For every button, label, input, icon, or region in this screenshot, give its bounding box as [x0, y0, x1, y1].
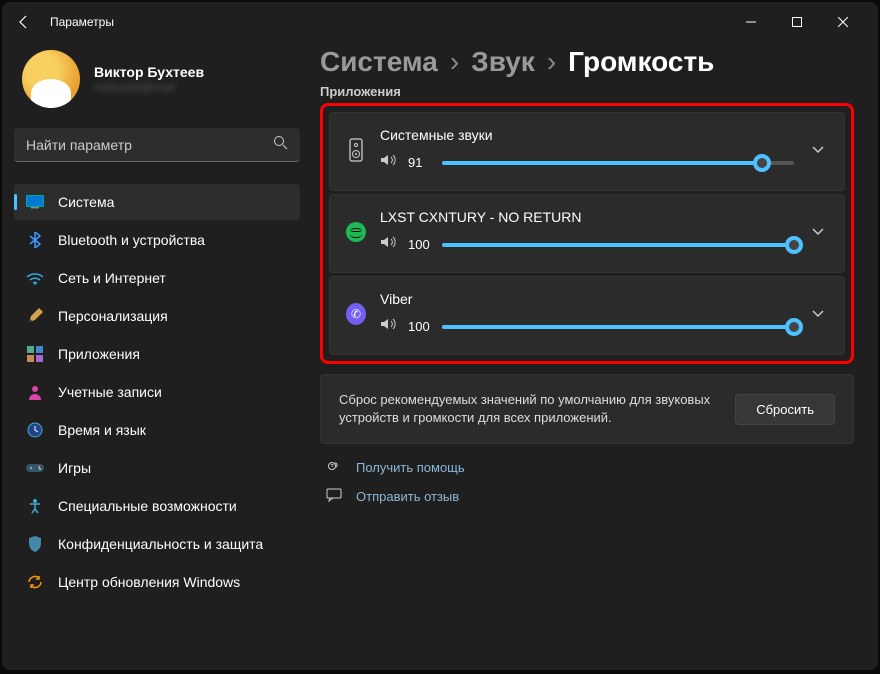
volume-value: 100: [408, 319, 432, 334]
nav-item-time[interactable]: Время и язык: [14, 412, 300, 448]
volume-slider[interactable]: [442, 325, 794, 329]
profile-name: Виктор Бухтеев: [94, 64, 204, 80]
app-volume-card: ✆ Viber 100: [329, 276, 845, 355]
profile[interactable]: Виктор Бухтеев redacted@mail: [14, 42, 300, 128]
nav-item-bluetooth[interactable]: Bluetooth и устройства: [14, 222, 300, 258]
feedback-link[interactable]: Отправить отзыв: [326, 487, 854, 506]
update-icon: [26, 573, 44, 591]
volume-value: 91: [408, 155, 432, 170]
chevron-down-icon[interactable]: [808, 219, 828, 245]
app-volume-card: Системные звуки 91: [329, 112, 845, 191]
gaming-icon: [26, 459, 44, 477]
accessibility-icon: [26, 497, 44, 515]
nav-item-accessibility[interactable]: Специальные возможности: [14, 488, 300, 524]
breadcrumb-volume: Громкость: [568, 46, 714, 78]
search-icon: [273, 135, 288, 155]
volume-slider[interactable]: [442, 243, 794, 247]
breadcrumb: Система › Звук › Громкость: [320, 46, 854, 78]
section-label: Приложения: [320, 84, 854, 99]
avatar: [22, 50, 80, 108]
main-content: Система › Звук › Громкость Приложения Си…: [312, 42, 878, 670]
chevron-right-icon: ›: [547, 46, 556, 78]
app-title: Viber: [380, 291, 794, 307]
nav-item-apps[interactable]: Приложения: [14, 336, 300, 372]
network-icon: [26, 269, 44, 287]
volume-icon: [380, 235, 398, 254]
privacy-icon: [26, 535, 44, 553]
titlebar: Параметры: [2, 2, 878, 42]
reset-card: Сброс рекомендуемых значений по умолчани…: [320, 374, 854, 444]
nav-label: Приложения: [58, 346, 140, 362]
volume-slider[interactable]: [442, 161, 794, 165]
nav-item-gaming[interactable]: Игры: [14, 450, 300, 486]
nav-label: Специальные возможности: [58, 498, 237, 514]
nav-item-update[interactable]: Центр обновления Windows: [14, 564, 300, 600]
sidebar: Виктор Бухтеев redacted@mail Система Blue…: [2, 42, 312, 670]
feedback-label: Отправить отзыв: [356, 489, 459, 504]
nav-label: Игры: [58, 460, 91, 476]
nav-item-privacy[interactable]: Конфиденциальность и защита: [14, 526, 300, 562]
nav-label: Время и язык: [58, 422, 146, 438]
nav-label: Персонализация: [58, 308, 168, 324]
breadcrumb-system[interactable]: Система: [320, 46, 438, 78]
accounts-icon: [26, 383, 44, 401]
nav-label: Учетные записи: [58, 384, 162, 400]
reset-button[interactable]: Сбросить: [735, 394, 835, 425]
reset-description: Сброс рекомендуемых значений по умолчани…: [339, 391, 715, 427]
viber-icon: ✆: [346, 301, 366, 327]
profile-email: redacted@mail: [94, 80, 204, 94]
apps-icon: [26, 345, 44, 363]
spotify-icon: [346, 219, 366, 245]
back-button[interactable]: [14, 12, 34, 32]
bluetooth-icon: [26, 231, 44, 249]
volume-icon: [380, 317, 398, 336]
nav-item-system[interactable]: Система: [14, 184, 300, 220]
system-icon: [26, 193, 44, 211]
volume-value: 100: [408, 237, 432, 252]
speaker-icon: [346, 137, 366, 163]
nav-label: Конфиденциальность и защита: [58, 536, 263, 552]
nav-item-network[interactable]: Сеть и Интернет: [14, 260, 300, 296]
chevron-right-icon: ›: [450, 46, 459, 78]
minimize-button[interactable]: [728, 6, 774, 38]
nav-item-accounts[interactable]: Учетные записи: [14, 374, 300, 410]
app-volume-list: Системные звуки 91 LXST CXNTURY - NO RET…: [320, 103, 854, 364]
help-label: Получить помощь: [356, 460, 465, 475]
app-title: LXST CXNTURY - NO RETURN: [380, 209, 794, 225]
time-icon: [26, 421, 44, 439]
feedback-icon: [326, 487, 342, 506]
nav-label: Bluetooth и устройства: [58, 232, 205, 248]
breadcrumb-sound[interactable]: Звук: [471, 46, 535, 78]
maximize-button[interactable]: [774, 6, 820, 38]
nav-label: Система: [58, 194, 114, 210]
nav-label: Центр обновления Windows: [58, 574, 240, 590]
close-button[interactable]: [820, 6, 866, 38]
personalization-icon: [26, 307, 44, 325]
help-icon: [326, 458, 342, 477]
search-box[interactable]: [14, 128, 300, 162]
chevron-down-icon[interactable]: [808, 137, 828, 163]
app-title: Системные звуки: [380, 127, 794, 143]
nav-item-personalization[interactable]: Персонализация: [14, 298, 300, 334]
search-input[interactable]: [26, 137, 273, 153]
volume-icon: [380, 153, 398, 172]
nav-label: Сеть и Интернет: [58, 270, 166, 286]
app-volume-card: LXST CXNTURY - NO RETURN 100: [329, 194, 845, 273]
chevron-down-icon[interactable]: [808, 301, 828, 327]
window-title: Параметры: [50, 15, 114, 29]
nav-list: Система Bluetooth и устройства Сеть и Инте…: [14, 184, 300, 600]
help-link[interactable]: Получить помощь: [326, 458, 854, 477]
